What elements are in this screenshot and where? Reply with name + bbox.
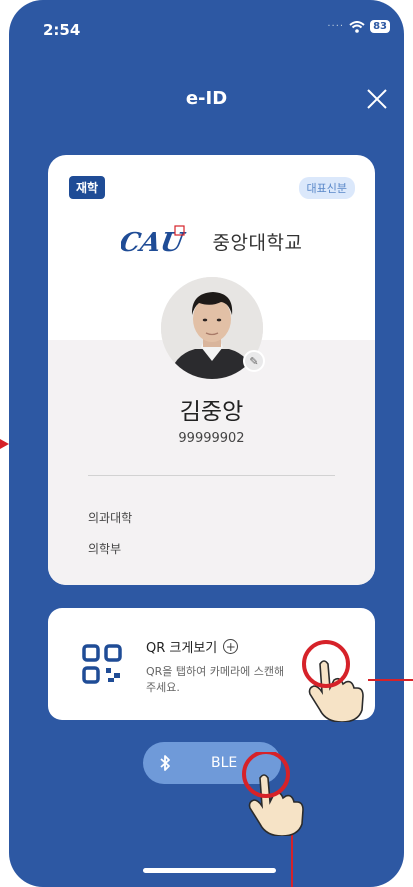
page-title: e-ID — [185, 88, 228, 109]
qr-code-icon — [82, 644, 122, 684]
left-arrow-icon — [0, 439, 9, 449]
tap-hand-icon — [242, 752, 304, 836]
status-badge: 재학 — [69, 176, 106, 199]
bluetooth-icon — [160, 755, 170, 771]
pencil-icon: ✎ — [249, 354, 259, 368]
status-icons: ···· 83 — [327, 20, 390, 33]
app-screen: 2:54 ···· 83 e-ID 재학 대표신분 CAU 중앙대학교 ✎ 김중… — [9, 0, 404, 887]
wifi-icon — [349, 20, 365, 33]
student-id: 99999902 — [178, 431, 245, 446]
cau-logo-icon: CAU — [121, 225, 188, 257]
divider — [88, 475, 335, 476]
qr-description: QR을 탭하여 카메라에 스캔해주세요. — [146, 665, 285, 694]
tap-hand-icon — [302, 640, 364, 722]
svg-text:CAU: CAU — [121, 227, 188, 257]
qr-title-row: QR 크게보기 + — [146, 637, 239, 656]
university-name: 중앙대학교 — [212, 231, 303, 254]
battery-icon: 83 — [370, 20, 390, 33]
person-name: 김중앙 — [179, 399, 244, 425]
representative-badge: 대표신분 — [298, 177, 355, 199]
id-card: 재학 대표신분 CAU 중앙대학교 ✎ 김중앙 99999902 의과대학 의학… — [48, 155, 375, 585]
annotation-line-ble — [291, 832, 293, 887]
college-name: 의과대학 — [88, 511, 133, 525]
status-time: 2:54 — [43, 21, 81, 39]
university-logo: CAU 중앙대학교 — [48, 225, 375, 257]
signal-icon: ···· — [327, 21, 345, 32]
plus-circle-icon: + — [223, 639, 239, 654]
department-name: 의학부 — [88, 542, 122, 556]
edit-photo-button[interactable]: ✎ — [243, 350, 265, 372]
annotation-line-qr — [368, 679, 413, 681]
home-indicator — [143, 868, 276, 873]
qr-title: QR 크게보기 — [146, 641, 218, 656]
close-icon[interactable] — [364, 86, 390, 112]
ble-label: BLE — [211, 755, 238, 771]
